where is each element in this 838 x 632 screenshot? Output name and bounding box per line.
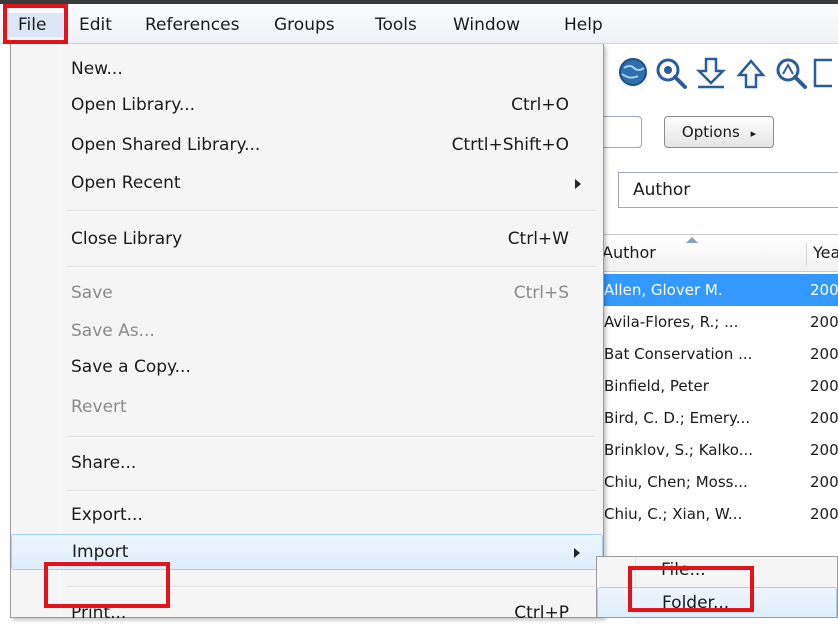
menu-tools[interactable]: Tools: [375, 13, 417, 37]
shortcut-label: Ctrl+W: [507, 229, 569, 249]
menu-file[interactable]: File: [8, 13, 64, 37]
shortcut-label: Ctrtl+Shift+O: [451, 135, 569, 155]
menu-item-save: Save Ctrl+S: [71, 283, 569, 303]
globe-search-icon[interactable]: [616, 56, 650, 90]
search-field-select[interactable]: Author: [618, 172, 838, 208]
menu-separator: [67, 490, 595, 492]
reference-list: Allen, Glover M. 200 Avila-Flores, R.; .…: [600, 274, 838, 530]
submenu-arrow-icon: [574, 548, 580, 558]
menu-item-import[interactable]: Import: [11, 534, 603, 570]
shortcut-label: Ctrl+P: [514, 603, 569, 623]
submenu-item-folder[interactable]: Folder...: [597, 587, 837, 617]
table-row[interactable]: Brinklov, S.; Kalko... 200: [600, 434, 838, 466]
menu-help[interactable]: Help: [564, 13, 603, 37]
menu-separator: [67, 210, 595, 212]
import-submenu: File... Folder...: [596, 556, 838, 618]
menu-groups[interactable]: Groups: [274, 13, 335, 37]
table-row[interactable]: Allen, Glover M. 200: [600, 274, 838, 306]
options-button[interactable]: Options ▸: [664, 116, 774, 148]
shortcut-label: Ctrl+O: [511, 95, 569, 115]
menu-separator: [67, 436, 595, 438]
menu-references[interactable]: References: [145, 13, 239, 37]
menu-item-open-recent[interactable]: Open Recent: [11, 166, 603, 202]
download-icon[interactable]: [694, 56, 728, 90]
column-year[interactable]: Yea: [806, 243, 838, 265]
file-menu-dropdown: New... Open Library... Ctrl+O Open Share…: [10, 44, 604, 623]
upload-icon[interactable]: [734, 56, 768, 90]
menu-item-print[interactable]: Print... Ctrl+P: [11, 596, 603, 632]
toolbar: [600, 44, 838, 108]
menu-edit[interactable]: Edit: [79, 13, 112, 37]
menu-item-save-as: Save As...: [71, 321, 155, 341]
menu-item-new[interactable]: New...: [11, 52, 603, 88]
table-row[interactable]: Chiu, Chen; Moss... 200: [600, 466, 838, 498]
menu-item-share[interactable]: Share...: [11, 446, 603, 482]
table-row[interactable]: Bat Conservation ... 200: [600, 338, 838, 370]
search-icon[interactable]: [654, 56, 688, 90]
column-author[interactable]: Author: [602, 243, 656, 262]
menu-item-export[interactable]: Export...: [11, 498, 603, 534]
menu-window[interactable]: Window: [453, 13, 520, 37]
table-row[interactable]: Chiu, C.; Xian, W... 200: [600, 498, 838, 530]
table-row[interactable]: Avila-Flores, R.; ... 200: [600, 306, 838, 338]
library-window: Options ▸ Author Author Yea Allen, Glove…: [590, 44, 838, 618]
chevron-right-icon: ▸: [750, 127, 757, 140]
shortcut-label: Ctrl+S: [513, 283, 569, 303]
menu-item-open-shared-library[interactable]: Open Shared Library... Ctrtl+Shift+O: [11, 128, 603, 164]
submenu-item-file[interactable]: File...: [597, 557, 837, 587]
menu-bar: File Edit References Groups Tools Window…: [0, 4, 838, 44]
menu-item-close-library[interactable]: Close Library Ctrl+W: [11, 222, 603, 258]
menu-item-save-a-copy[interactable]: Save a Copy...: [11, 350, 603, 386]
sort-ascending-icon: [686, 237, 698, 243]
menu-item-open-library[interactable]: Open Library... Ctrl+O: [11, 88, 603, 124]
submenu-arrow-icon: [575, 179, 581, 189]
toolbar-overflow-icon[interactable]: [812, 56, 832, 90]
table-row[interactable]: Binfield, Peter 200: [600, 370, 838, 402]
find-fulltext-icon[interactable]: [774, 56, 808, 90]
menu-separator: [67, 586, 595, 588]
reference-list-header: Author Yea: [600, 234, 838, 272]
table-row[interactable]: Bird, C. D.; Emery... 200: [600, 402, 838, 434]
menu-item-revert: Revert: [71, 397, 127, 417]
menu-separator: [67, 266, 595, 268]
